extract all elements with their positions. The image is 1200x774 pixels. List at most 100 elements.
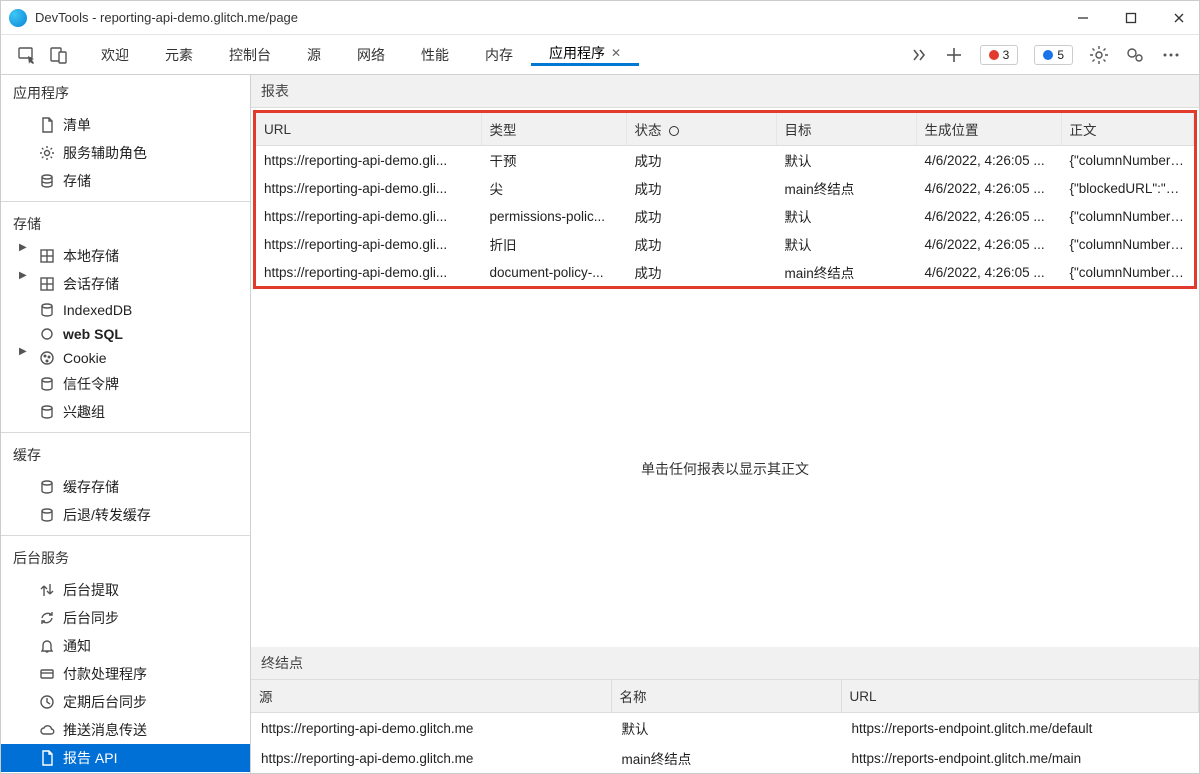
settings-icon[interactable] — [1089, 45, 1109, 65]
expand-icon[interactable]: ▶ — [19, 270, 27, 281]
window-close-button[interactable] — [1167, 6, 1191, 30]
window-title: DevTools - reporting-api-demo.glitch.me/… — [35, 10, 1071, 25]
section-application: 应用程序 — [1, 75, 250, 109]
table-row[interactable]: https://reporting-api-demo.gli...折旧成功默认4… — [256, 230, 1194, 258]
tab-console[interactable]: 控制台 — [211, 43, 289, 66]
tab-performance[interactable]: 性能 — [403, 43, 467, 66]
col-type[interactable]: 类型 — [481, 113, 626, 146]
table-header-row: URL 类型 状态 目标 生成位置 正文 — [256, 113, 1194, 146]
reports-heading: 报表 — [251, 75, 1199, 108]
grid-icon — [39, 276, 55, 292]
table-row[interactable]: https://reporting-api-demo.gli...干预成功默认4… — [256, 146, 1194, 175]
database-icon — [39, 302, 55, 318]
endpoints-heading: 终结点 — [251, 647, 1199, 680]
sidebar-item-indexeddb[interactable]: IndexedDB — [1, 298, 250, 322]
col-origin[interactable]: 源 — [251, 680, 611, 713]
database-icon — [39, 479, 55, 495]
messages-badge[interactable]: 5 — [1034, 45, 1073, 65]
sidebar-item-bfcache[interactable]: 后退/转发缓存 — [1, 501, 250, 529]
window-maximize-button[interactable] — [1119, 6, 1143, 30]
col-body[interactable]: 正文 — [1061, 113, 1194, 146]
sidebar-item-bg-fetch[interactable]: 后台提取 — [1, 576, 250, 604]
application-sidebar: 应用程序 清单 服务辅助角色 存储 存储 ▶本地存储 ▶会话存储 Indexed… — [1, 75, 251, 773]
circle-icon — [39, 326, 55, 342]
inspect-icon[interactable] — [17, 45, 37, 65]
endpoints-panel: 终结点 源 名称 URL https://reporting-api-demo.… — [251, 647, 1199, 773]
gear-icon — [39, 145, 55, 161]
content-panel: 报表 URL 类型 状态 目标 生成位置 正文 https://reportin… — [251, 75, 1199, 773]
devtools-tabbar: 欢迎 元素 控制台 源 网络 性能 内存 应用程序✕ 3 5 — [1, 35, 1199, 75]
col-status[interactable]: 状态 — [626, 113, 776, 146]
file-icon — [39, 117, 55, 133]
tabs: 欢迎 元素 控制台 源 网络 性能 内存 应用程序✕ — [83, 43, 904, 66]
feedback-icon[interactable] — [1125, 45, 1145, 65]
cloud-icon — [39, 722, 55, 738]
col-destination[interactable]: 目标 — [776, 113, 916, 146]
window-minimize-button[interactable] — [1071, 6, 1095, 30]
tab-memory[interactable]: 内存 — [467, 43, 531, 66]
sidebar-item-manifest[interactable]: 清单 — [1, 111, 250, 139]
endpoints-table: 源 名称 URL https://reporting-api-demo.glit… — [251, 680, 1199, 773]
device-toggle-icon[interactable] — [49, 45, 69, 65]
updown-icon — [39, 582, 55, 598]
cookie-icon — [39, 350, 55, 366]
database-icon — [39, 404, 55, 420]
reports-table: URL 类型 状态 目标 生成位置 正文 https://reporting-a… — [256, 113, 1194, 286]
sidebar-item-session-storage[interactable]: 会话存储 — [1, 270, 250, 298]
expand-icon[interactable]: ▶ — [19, 242, 27, 253]
sidebar-item-websql[interactable]: web SQL — [1, 322, 250, 346]
sidebar-item-cookies[interactable]: Cookie — [1, 346, 250, 370]
tab-sources[interactable]: 源 — [289, 43, 339, 66]
status-circle-icon — [669, 126, 679, 136]
tab-elements[interactable]: 元素 — [147, 43, 211, 66]
kebab-menu-icon[interactable] — [1161, 45, 1181, 65]
table-row[interactable]: https://reporting-api-demo.glitch.memain… — [251, 743, 1199, 773]
grid-icon — [39, 248, 55, 264]
col-name[interactable]: 名称 — [611, 680, 841, 713]
database-icon — [39, 173, 55, 189]
report-body-placeholder: 单击任何报表以显示其正文 — [251, 291, 1199, 647]
tab-application[interactable]: 应用程序✕ — [531, 43, 639, 66]
sidebar-item-payment-handler[interactable]: 付款处理程序 — [1, 660, 250, 688]
sidebar-item-notifications[interactable]: 通知 — [1, 632, 250, 660]
sidebar-item-reporting-api[interactable]: 报告 API — [1, 744, 250, 772]
sidebar-item-push-messaging[interactable]: 推送消息传送 — [1, 716, 250, 744]
col-url[interactable]: URL — [841, 680, 1199, 713]
sidebar-item-service-workers[interactable]: 服务辅助角色 — [1, 139, 250, 167]
table-row[interactable]: https://reporting-api-demo.glitch.me默认ht… — [251, 713, 1199, 744]
info-dot-icon — [1043, 50, 1053, 60]
add-tab-icon[interactable] — [944, 45, 964, 65]
sidebar-item-trust-tokens[interactable]: 信任令牌 — [1, 370, 250, 398]
tab-network[interactable]: 网络 — [339, 43, 403, 66]
sidebar-item-interest-groups[interactable]: 兴趣组 — [1, 398, 250, 426]
col-generated[interactable]: 生成位置 — [916, 113, 1061, 146]
section-cache: 缓存 — [1, 437, 250, 471]
expand-icon[interactable]: ▶ — [19, 346, 27, 357]
table-row[interactable]: https://reporting-api-demo.gli...documen… — [256, 258, 1194, 286]
section-storage: 存储 — [1, 206, 250, 240]
file-icon — [39, 750, 55, 766]
sync-icon — [39, 610, 55, 626]
errors-badge[interactable]: 3 — [980, 45, 1019, 65]
bell-icon — [39, 638, 55, 654]
sidebar-item-periodic-sync[interactable]: 定期后台同步 — [1, 688, 250, 716]
col-url[interactable]: URL — [256, 113, 481, 146]
sidebar-item-cache-storage[interactable]: 缓存存储 — [1, 473, 250, 501]
table-row[interactable]: https://reporting-api-demo.gli...permiss… — [256, 202, 1194, 230]
sidebar-item-bg-sync[interactable]: 后台同步 — [1, 604, 250, 632]
clock-icon — [39, 694, 55, 710]
edge-app-icon — [9, 9, 27, 27]
sidebar-item-local-storage[interactable]: 本地存储 — [1, 242, 250, 270]
sidebar-item-storage[interactable]: 存储 — [1, 167, 250, 195]
window-titlebar: DevTools - reporting-api-demo.glitch.me/… — [1, 1, 1199, 35]
section-background-services: 后台服务 — [1, 540, 250, 574]
card-icon — [39, 666, 55, 682]
error-dot-icon — [989, 50, 999, 60]
reports-table-highlighted: URL 类型 状态 目标 生成位置 正文 https://reporting-a… — [253, 110, 1197, 289]
table-header-row: 源 名称 URL — [251, 680, 1199, 713]
more-tabs-icon[interactable] — [908, 45, 928, 65]
database-icon — [39, 507, 55, 523]
table-row[interactable]: https://reporting-api-demo.gli...尖成功main… — [256, 174, 1194, 202]
tab-welcome[interactable]: 欢迎 — [83, 43, 147, 66]
close-icon[interactable]: ✕ — [611, 46, 621, 60]
